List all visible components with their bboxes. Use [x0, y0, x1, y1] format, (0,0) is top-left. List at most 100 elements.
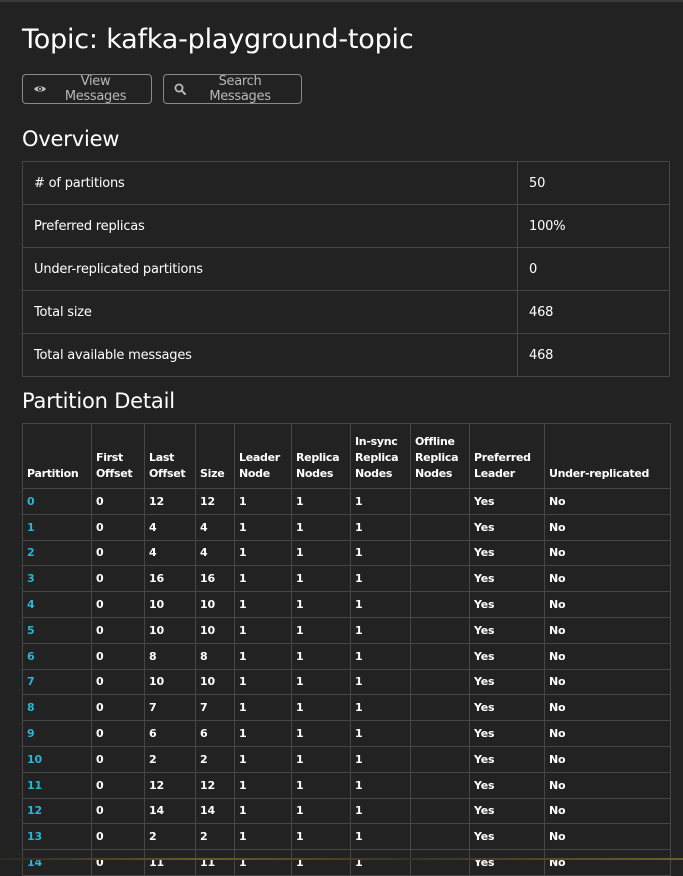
partition-link[interactable]: 3 [23, 566, 92, 592]
column-header-text: First [96, 450, 140, 466]
table-cell: Yes [470, 746, 545, 772]
table-cell: 7 [145, 695, 196, 721]
table-cell: 4 [145, 514, 196, 540]
table-cell: No [545, 824, 671, 850]
column-header[interactable]: Partition [23, 424, 92, 489]
table-row: 1201414111YesNo [23, 798, 671, 824]
partition-link[interactable]: 10 [23, 746, 92, 772]
partition-link[interactable]: 1 [23, 514, 92, 540]
column-header-text: Nodes [415, 466, 465, 482]
partition-link[interactable]: 0 [23, 489, 92, 515]
table-cell: Yes [470, 514, 545, 540]
table-cell: 4 [196, 540, 235, 566]
partition-link[interactable]: 12 [23, 798, 92, 824]
view-messages-label: View Messages [50, 74, 141, 104]
column-header[interactable]: Under-replicated [545, 424, 671, 489]
column-header-text: Replica [296, 450, 346, 466]
column-header[interactable]: OfflineReplicaNodes [411, 424, 470, 489]
partition-link[interactable]: 2 [23, 540, 92, 566]
partition-link[interactable]: 6 [23, 643, 92, 669]
table-row: 1101212111YesNo [23, 772, 671, 798]
table-cell: 10 [145, 669, 196, 695]
table-cell: 1 [351, 540, 411, 566]
partition-link[interactable]: 11 [23, 772, 92, 798]
table-cell: 0 [92, 566, 145, 592]
view-messages-button[interactable]: View Messages [22, 74, 152, 104]
table-header-row: PartitionFirstOffsetLastOffsetSizeLeader… [23, 424, 671, 489]
table-cell: 1 [235, 540, 292, 566]
partition-link[interactable]: 7 [23, 669, 92, 695]
table-cell: No [545, 695, 671, 721]
table-cell [411, 669, 470, 695]
table-cell: 6 [196, 721, 235, 747]
partition-link[interactable]: 4 [23, 592, 92, 618]
table-row: 13022111YesNo [23, 824, 671, 850]
table-cell: 1 [351, 643, 411, 669]
partition-link[interactable]: 8 [23, 695, 92, 721]
table-cell: 10 [196, 617, 235, 643]
overview-label: Under-replicated partitions [23, 248, 518, 291]
overview-row: Total available messages468 [23, 334, 670, 377]
table-row: 8077111YesNo [23, 695, 671, 721]
table-cell: 0 [92, 695, 145, 721]
table-cell: 1 [351, 850, 411, 876]
column-header[interactable]: PreferredLeader [470, 424, 545, 489]
column-header[interactable]: FirstOffset [92, 424, 145, 489]
table-cell: 14 [145, 798, 196, 824]
table-cell [411, 824, 470, 850]
table-row: 9066111YesNo [23, 721, 671, 747]
table-cell: 1 [235, 669, 292, 695]
column-header[interactable]: In-syncReplicaNodes [351, 424, 411, 489]
table-cell: 1 [235, 695, 292, 721]
table-cell: 1 [292, 772, 351, 798]
table-cell: 8 [196, 643, 235, 669]
overview-heading: Overview [22, 127, 119, 151]
overview-row: Total size468 [23, 291, 670, 334]
partition-link[interactable]: 5 [23, 617, 92, 643]
search-messages-button[interactable]: Search Messages [163, 74, 302, 104]
table-cell: 4 [196, 514, 235, 540]
table-cell: 1 [235, 721, 292, 747]
column-header[interactable]: LastOffset [145, 424, 196, 489]
table-cell: 11 [145, 850, 196, 876]
table-cell [411, 514, 470, 540]
table-cell: 1 [351, 489, 411, 515]
column-header-text: In-sync [355, 434, 406, 450]
table-cell: 1 [351, 824, 411, 850]
partition-link[interactable]: 14 [23, 850, 92, 876]
table-cell: 1 [351, 798, 411, 824]
table-cell: Yes [470, 617, 545, 643]
table-cell: 0 [92, 540, 145, 566]
table-cell: 2 [145, 746, 196, 772]
table-cell: 1 [292, 746, 351, 772]
table-cell: 4 [145, 540, 196, 566]
overview-value: 468 [518, 291, 670, 334]
column-header[interactable]: LeaderNode [235, 424, 292, 489]
table-cell: Yes [470, 489, 545, 515]
partition-link[interactable]: 13 [23, 824, 92, 850]
table-cell: 1 [351, 514, 411, 540]
table-cell: No [545, 643, 671, 669]
overview-label: Total size [23, 291, 518, 334]
table-cell: Yes [470, 824, 545, 850]
search-messages-label: Search Messages [189, 74, 291, 104]
table-cell: 1 [292, 592, 351, 618]
table-cell: Yes [470, 772, 545, 798]
table-cell: Yes [470, 592, 545, 618]
partition-link[interactable]: 9 [23, 721, 92, 747]
column-header[interactable]: Size [196, 424, 235, 489]
table-cell: No [545, 489, 671, 515]
table-cell [411, 566, 470, 592]
column-header[interactable]: ReplicaNodes [292, 424, 351, 489]
overview-label: Preferred replicas [23, 205, 518, 248]
table-cell: 1 [351, 695, 411, 721]
table-cell: Yes [470, 566, 545, 592]
table-cell: 2 [196, 746, 235, 772]
table-cell: 1 [235, 489, 292, 515]
table-row: 2044111YesNo [23, 540, 671, 566]
table-cell: 1 [235, 617, 292, 643]
table-row: 301616111YesNo [23, 566, 671, 592]
table-cell: 10 [196, 669, 235, 695]
action-buttons: View Messages Search Messages [22, 74, 302, 104]
table-row: 401010111YesNo [23, 592, 671, 618]
